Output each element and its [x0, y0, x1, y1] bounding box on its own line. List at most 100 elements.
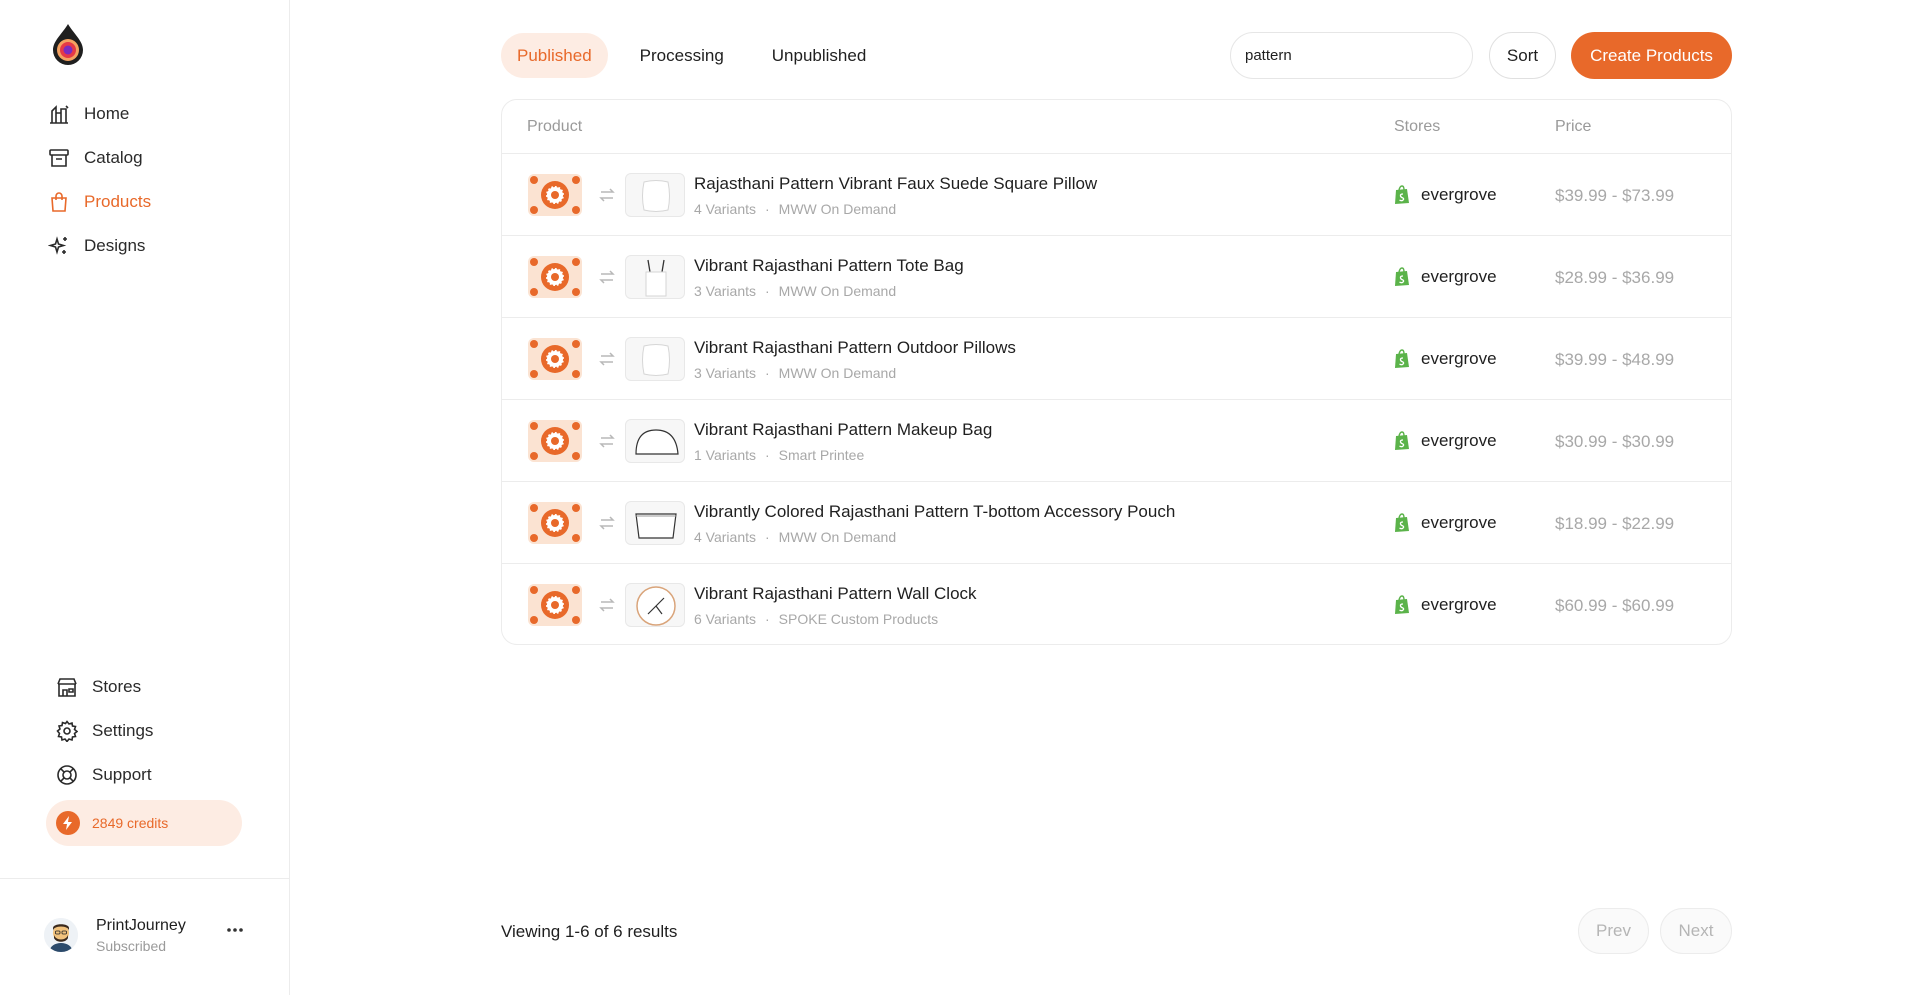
product-title[interactable]: Vibrant Rajasthani Pattern Makeup Bag	[694, 420, 992, 440]
print-provider: MWW On Demand	[778, 201, 897, 217]
table-row[interactable]: Rajasthani Pattern Vibrant Faux Suede Sq…	[502, 154, 1731, 236]
separator-dot: ·	[765, 201, 770, 217]
tab-published[interactable]: Published	[501, 33, 608, 78]
design-thumbnail	[528, 502, 582, 544]
product-title[interactable]: Vibrant Rajasthani Pattern Tote Bag	[694, 256, 964, 276]
more-options-icon[interactable]	[226, 922, 250, 942]
swap-arrows-icon	[598, 596, 616, 614]
nav-label: Settings	[92, 721, 154, 740]
design-thumbnail	[528, 420, 582, 462]
nav-item-designs[interactable]: Designs	[46, 224, 266, 268]
user-name: PrintJourney	[96, 916, 186, 934]
store-cell: evergrove	[1393, 513, 1497, 533]
home-chart-icon	[46, 101, 72, 127]
variant-count: 4 Variants	[694, 529, 756, 545]
print-provider: SPOKE Custom Products	[778, 611, 939, 627]
column-header-product: Product	[527, 117, 583, 135]
product-meta: 3 Variants · MWW On Demand	[694, 283, 896, 299]
table-row[interactable]: Vibrant Rajasthani Pattern Wall Clock 6 V…	[502, 564, 1731, 644]
nav-item-stores[interactable]: Stores	[54, 665, 274, 709]
store-cell: evergrove	[1393, 267, 1497, 287]
design-thumbnail	[528, 174, 582, 216]
sparkles-icon	[46, 233, 72, 259]
store-name: evergrove	[1421, 595, 1497, 614]
sidebar: Home Catalog Products Designs Stores Set…	[0, 0, 290, 995]
user-profile[interactable]: PrintJourney Subscribed	[44, 910, 254, 960]
product-meta: 4 Variants · MWW On Demand	[694, 201, 896, 217]
prev-page-button[interactable]: Prev	[1578, 908, 1649, 954]
store-name: evergrove	[1421, 185, 1497, 204]
tab-processing[interactable]: Processing	[624, 33, 740, 78]
pouch-icon	[625, 501, 685, 545]
gear-icon	[54, 718, 80, 744]
separator-dot: ·	[765, 611, 770, 627]
divider	[0, 878, 290, 879]
design-thumbnail	[528, 584, 582, 626]
main-nav: Home Catalog Products Designs	[46, 92, 266, 268]
variant-count: 3 Variants	[694, 365, 756, 381]
separator-dot: ·	[765, 529, 770, 545]
swap-arrows-icon	[598, 514, 616, 532]
shopify-icon	[1393, 185, 1411, 205]
design-thumbnail	[528, 338, 582, 380]
variant-count: 4 Variants	[694, 201, 756, 217]
swap-arrows-icon	[598, 186, 616, 204]
nav-label: Support	[92, 765, 152, 784]
price-range: $39.99 - $48.99	[1555, 350, 1675, 369]
nav-label: Home	[84, 104, 130, 123]
pillow-icon	[625, 337, 685, 381]
shopify-icon	[1393, 513, 1411, 533]
product-title[interactable]: Vibrantly Colored Rajasthani Pattern T-b…	[694, 502, 1175, 522]
shopify-icon	[1393, 431, 1411, 451]
shopping-bag-icon	[46, 189, 72, 215]
table-header: Product Stores Price	[502, 100, 1731, 154]
table-body: Rajasthani Pattern Vibrant Faux Suede Sq…	[502, 154, 1731, 644]
table-row[interactable]: Vibrant Rajasthani Pattern Tote Bag 3 Var…	[502, 236, 1731, 318]
results-summary: Viewing 1-6 of 6 results	[501, 922, 678, 941]
avatar	[44, 918, 78, 952]
store-cell: evergrove	[1393, 595, 1497, 615]
nav-label: Stores	[92, 677, 142, 696]
print-provider: MWW On Demand	[778, 529, 897, 545]
nav-item-support[interactable]: Support	[54, 753, 274, 797]
create-products-button[interactable]: Create Products	[1571, 32, 1732, 79]
separator-dot: ·	[765, 365, 770, 381]
storefront-icon	[54, 674, 80, 700]
price-range: $60.99 - $60.99	[1555, 596, 1675, 615]
table-row[interactable]: Vibrantly Colored Rajasthani Pattern T-b…	[502, 482, 1731, 564]
status-tabs: Published Processing Unpublished	[501, 33, 898, 78]
nav-item-products[interactable]: Products	[46, 180, 266, 224]
tab-unpublished[interactable]: Unpublished	[756, 33, 883, 78]
table-row[interactable]: Vibrant Rajasthani Pattern Outdoor Pillo…	[502, 318, 1731, 400]
nav-item-settings[interactable]: Settings	[54, 709, 274, 753]
print-provider: Smart Printee	[778, 447, 865, 463]
store-name: evergrove	[1421, 513, 1497, 532]
archive-icon	[46, 145, 72, 171]
sort-button[interactable]: Sort	[1489, 32, 1556, 79]
search-input[interactable]	[1230, 32, 1473, 79]
product-title[interactable]: Vibrant Rajasthani Pattern Wall Clock	[694, 584, 977, 604]
lifebuoy-icon	[54, 762, 80, 788]
user-status: Subscribed	[96, 937, 167, 954]
shopify-icon	[1393, 349, 1411, 369]
secondary-nav: Stores Settings Support	[54, 665, 274, 797]
print-provider: MWW On Demand	[778, 283, 897, 299]
makeup-bag-icon	[625, 419, 685, 463]
next-page-button[interactable]: Next	[1660, 908, 1732, 954]
price-range: $28.99 - $36.99	[1555, 268, 1675, 287]
nav-item-catalog[interactable]: Catalog	[46, 136, 266, 180]
swap-arrows-icon	[598, 350, 616, 368]
drop-logo-icon[interactable]	[50, 22, 86, 66]
variant-count: 3 Variants	[694, 283, 756, 299]
price-range: $30.99 - $30.99	[1555, 432, 1675, 451]
nav-item-home[interactable]: Home	[46, 92, 266, 136]
credits-badge[interactable]: 2849 credits	[46, 800, 242, 846]
product-meta: 1 Variants · Smart Printee	[694, 447, 864, 463]
product-title[interactable]: Rajasthani Pattern Vibrant Faux Suede Sq…	[694, 174, 1097, 194]
product-title[interactable]: Vibrant Rajasthani Pattern Outdoor Pillo…	[694, 338, 1016, 358]
table-row[interactable]: Vibrant Rajasthani Pattern Makeup Bag 1 V…	[502, 400, 1731, 482]
shopify-icon	[1393, 267, 1411, 287]
product-meta: 3 Variants · MWW On Demand	[694, 365, 896, 381]
products-table: Product Stores Price Rajasthani Pattern …	[501, 99, 1732, 645]
nav-label: Catalog	[84, 148, 143, 167]
